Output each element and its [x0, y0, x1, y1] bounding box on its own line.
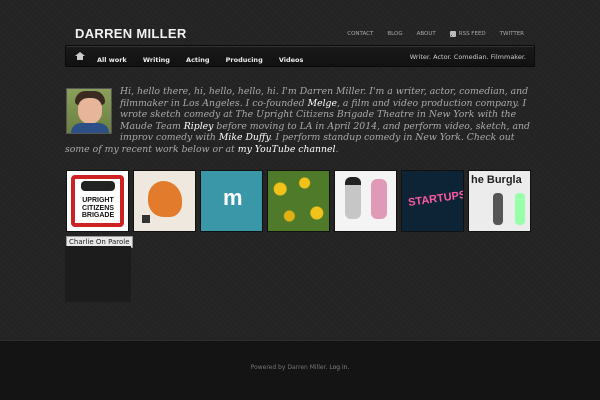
thumbnail-melge[interactable]: m: [200, 170, 263, 232]
work-thumbnails: UPRIGHT CITIZENS BRIGADE m STARTUPS he B…: [66, 170, 531, 232]
melge-logo-text: m: [223, 185, 243, 210]
blog-link[interactable]: BLOG: [387, 31, 402, 37]
ripley-link[interactable]: Ripley: [184, 121, 214, 132]
avatar: [66, 88, 112, 134]
thumbnail-cartoon[interactable]: [334, 170, 397, 232]
login-link[interactable]: Log in.: [329, 364, 349, 371]
nav-producing[interactable]: Producing: [226, 56, 263, 64]
nav-all-work[interactable]: All work: [97, 56, 127, 64]
thumbnail-sunflowers[interactable]: [267, 170, 330, 232]
startups-text: STARTUPS: [407, 188, 464, 210]
thumbnail-startups[interactable]: STARTUPS: [401, 170, 464, 232]
thumbnail-chicken[interactable]: [133, 170, 196, 232]
burglar-text: he Burgla: [471, 174, 522, 186]
nav-writing[interactable]: Writing: [143, 56, 170, 64]
nav-acting[interactable]: Acting: [186, 56, 210, 64]
thumbnail-burglar[interactable]: he Burgla: [468, 170, 531, 232]
nav-videos[interactable]: Videos: [279, 56, 304, 64]
bio-paragraph: Hi, hello there, hi, hello, hello, hi. I…: [65, 86, 537, 156]
rss-icon: [449, 31, 456, 37]
top-nav: CONTACT BLOG ABOUT RSS FEED TWITTER: [333, 31, 524, 37]
mike-duffy-link[interactable]: Mike Duffy: [219, 132, 270, 143]
site-tagline: Writer. Actor. Comedian. Filmmaker.: [409, 53, 526, 61]
footer: Powered by Darren Miller. Log in.: [0, 340, 600, 400]
powered-by-text: Powered by Darren Miller.: [250, 364, 328, 371]
site-title[interactable]: DARREN MILLER: [75, 26, 187, 41]
footer-text: Powered by Darren Miller. Log in.: [0, 364, 600, 371]
main-nav-bar: All work Writing Acting Producing Videos…: [65, 45, 535, 67]
main-nav: All work Writing Acting Producing Videos: [97, 47, 314, 66]
thumbnail-ucb-text: UPRIGHT CITIZENS BRIGADE: [81, 197, 115, 219]
contact-link[interactable]: CONTACT: [347, 31, 373, 37]
twitter-link[interactable]: TWITTER: [500, 31, 524, 37]
home-icon[interactable]: [75, 51, 85, 61]
melge-link[interactable]: Melge: [308, 98, 337, 109]
about-link[interactable]: ABOUT: [417, 31, 436, 37]
youtube-channel-link[interactable]: my YouTube channel: [238, 144, 336, 155]
rss-label: RSS FEED: [458, 31, 486, 37]
bio-text-5: .: [335, 143, 339, 155]
rss-link[interactable]: RSS FEED: [449, 31, 486, 37]
thumbnail-ucb[interactable]: UPRIGHT CITIZENS BRIGADE: [66, 170, 129, 232]
tooltip-panel: [65, 246, 131, 302]
